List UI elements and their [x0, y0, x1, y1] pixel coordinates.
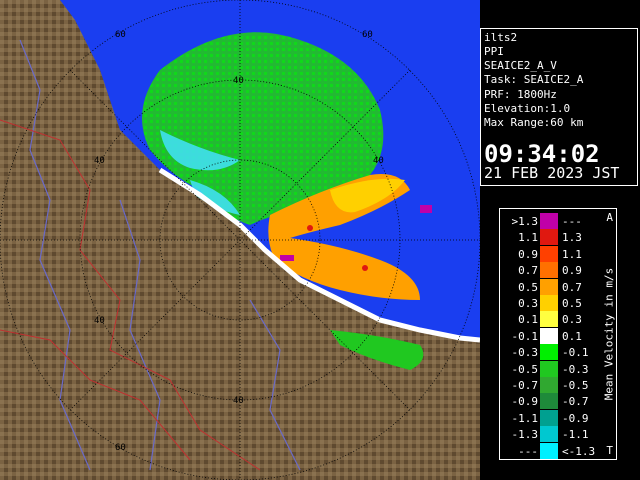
- legend-low-value: >1.3: [511, 215, 539, 228]
- max-range-value: Max Range:60 km: [484, 116, 584, 129]
- legend-color-swatch: [540, 360, 558, 377]
- legend-row: --- <-1.3: [500, 442, 600, 460]
- ring-label: 60: [115, 443, 126, 453]
- legend-high-value: 1.3: [562, 231, 582, 245]
- legend-high-value: -1.1: [562, 428, 589, 442]
- legend-color-swatch: [540, 426, 558, 443]
- echo-magenta-cell: [420, 205, 432, 213]
- product-name: SEAICE2_A_V: [484, 59, 557, 72]
- legend-high-value: <-1.3: [562, 444, 596, 458]
- legend-high-value: -0.9: [562, 411, 589, 425]
- scan-date: 21 FEB 2023 JST: [484, 164, 620, 182]
- ring-label: 60: [115, 30, 126, 40]
- legend-row: -1.3 -1.1: [500, 426, 600, 443]
- legend-color-swatch: [540, 377, 558, 393]
- velocity-legend: >1.3 --- 1.1 1.3 0.9 1.1 0.7 0.9 0.5 0.7 0.3 0.5 0.1…: [499, 208, 617, 460]
- legend-low-value: 0.3: [518, 297, 538, 310]
- legend-high-value: 1.1: [562, 247, 582, 261]
- ring-label: 40: [233, 76, 244, 86]
- legend-high-value: 0.7: [562, 280, 582, 294]
- legend-low-value: 0.5: [518, 280, 538, 294]
- legend-color-swatch: [540, 393, 558, 410]
- legend-color-swatch: [540, 327, 558, 344]
- legend-low-value: -1.1: [511, 411, 539, 425]
- legend-low-value: -0.7: [511, 379, 539, 392]
- legend-row: 0.3 0.5: [500, 295, 600, 312]
- legend-color-swatch: [540, 213, 558, 229]
- legend-row: >1.3 ---: [500, 213, 600, 230]
- legend-row: -0.7 -0.5: [500, 377, 600, 394]
- legend-low-value: ---: [518, 444, 538, 458]
- legend-color-swatch: [540, 278, 558, 295]
- legend-color-swatch: [540, 245, 558, 262]
- legend-low-value: -0.9: [511, 395, 539, 409]
- echo-red-cell-2: [362, 265, 368, 271]
- legend-high-value: -0.3: [562, 362, 589, 376]
- ring-label: 40: [94, 156, 105, 166]
- legend-color-swatch: [540, 409, 558, 426]
- legend-low-value: 1.1: [518, 231, 538, 245]
- task-name: Task: SEAICE2_A: [484, 73, 584, 86]
- legend-high-value: -0.7: [562, 395, 589, 409]
- legend-high-value: 0.1: [562, 329, 582, 343]
- ring-label: 40: [94, 316, 105, 326]
- legend-row: -0.1 0.1: [500, 327, 600, 345]
- legend-color-swatch: [540, 311, 558, 328]
- legend-color-swatch: [540, 229, 558, 246]
- radar-ppi-map: 60 40 40 40 40 60 40 60: [0, 0, 480, 480]
- legend-low-value: -1.3: [511, 428, 539, 442]
- legend-high-value: -0.1: [562, 346, 589, 360]
- legend-row: 0.7 0.9: [500, 262, 600, 279]
- legend-row: 0.9 1.1: [500, 245, 600, 263]
- ring-label: 60: [362, 30, 373, 40]
- legend-row: -0.3 -0.1: [500, 344, 600, 361]
- legend-high-value: 0.9: [562, 264, 582, 278]
- legend-row: 0.1 0.3: [500, 311, 600, 328]
- ring-label: 40: [373, 156, 384, 166]
- legend-low-value: -0.1: [511, 329, 539, 343]
- echo-red-cell: [307, 225, 313, 231]
- elevation-value: Elevation:1.0: [484, 102, 571, 115]
- prf-value: PRF: 1800Hz: [484, 88, 557, 101]
- legend-row: 1.1 1.3: [500, 229, 600, 246]
- legend-low-value: 0.1: [518, 313, 538, 327]
- legend-high-value: 0.5: [562, 297, 582, 310]
- legend-color-swatch: [540, 442, 558, 459]
- legend-row: -0.5 -0.3: [500, 360, 600, 378]
- legend-row: -0.9 -0.7: [500, 393, 600, 410]
- legend-high-value: -0.5: [562, 379, 589, 392]
- legend-corner-top: A: [606, 211, 613, 224]
- legend-corner-bottom: T: [606, 444, 613, 457]
- ring-label: 40: [233, 396, 244, 406]
- legend-color-swatch: [540, 262, 558, 279]
- legend-title: Mean Velocity in m/s: [602, 267, 616, 401]
- legend-title-container: Mean Velocity in m/s: [601, 209, 617, 459]
- legend-low-value: 0.9: [518, 247, 538, 261]
- scan-mode: PPI: [484, 45, 504, 58]
- legend-row: 0.5 0.7: [500, 278, 600, 296]
- echo-magenta-cell-2: [280, 255, 294, 261]
- legend-low-value: 0.7: [518, 264, 538, 278]
- legend-row: -1.1 -0.9: [500, 409, 600, 427]
- radar-name: ilts2: [484, 31, 518, 44]
- legend-low-value: -0.3: [511, 346, 539, 360]
- legend-color-swatch: [540, 344, 558, 361]
- legend-high-value: ---: [562, 215, 582, 228]
- legend-color-swatch: [540, 295, 558, 311]
- scan-info-panel: ilts2 PPI SEAICE2_A_V Task: SEAICE2_A PR…: [480, 28, 638, 186]
- legend-high-value: 0.3: [562, 313, 582, 327]
- legend-low-value: -0.5: [511, 362, 539, 376]
